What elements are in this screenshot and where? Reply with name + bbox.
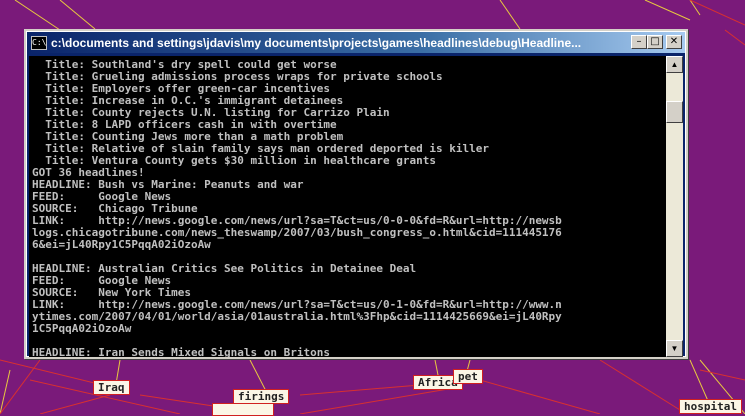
console-line: HEADLINE: Iran Sends Mixed Signals on Br… [32,346,331,358]
console-text: Title: Southland's dry spell could get w… [32,59,562,358]
window-title-bar[interactable]: C:\ c:\documents and settings\jdavis\my … [27,32,685,53]
scroll-thumb[interactable] [666,101,683,123]
tag-hospital: hospital [679,399,742,414]
tag-iraq: Iraq [93,380,130,395]
console-line: 1C5PqqA02iOzoAw [32,322,132,335]
close-button[interactable]: ✕ [666,35,682,49]
window-title: c:\documents and settings\jdavis\my docu… [51,35,582,50]
console-output[interactable]: Title: Southland's dry spell could get w… [29,56,666,357]
console-icon[interactable]: C:\ [31,35,47,50]
console-line: 6&ei=jL40Rpy1C5PqqA02iOzoAw [32,238,211,251]
minimize-button[interactable]: – [631,35,647,49]
scroll-down-icon[interactable]: ▼ [666,340,683,357]
scroll-up-icon[interactable]: ▲ [666,56,683,73]
tag-partial [212,403,274,416]
console-icon-text: C:\ [32,37,47,47]
maximize-button[interactable]: □ [647,35,663,49]
console-window[interactable]: C:\ c:\documents and settings\jdavis\my … [24,29,688,359]
vertical-scrollbar[interactable]: ▲ ▼ [666,56,683,357]
tag-firings: firings [233,389,290,404]
tag-pet: pet [453,369,483,384]
